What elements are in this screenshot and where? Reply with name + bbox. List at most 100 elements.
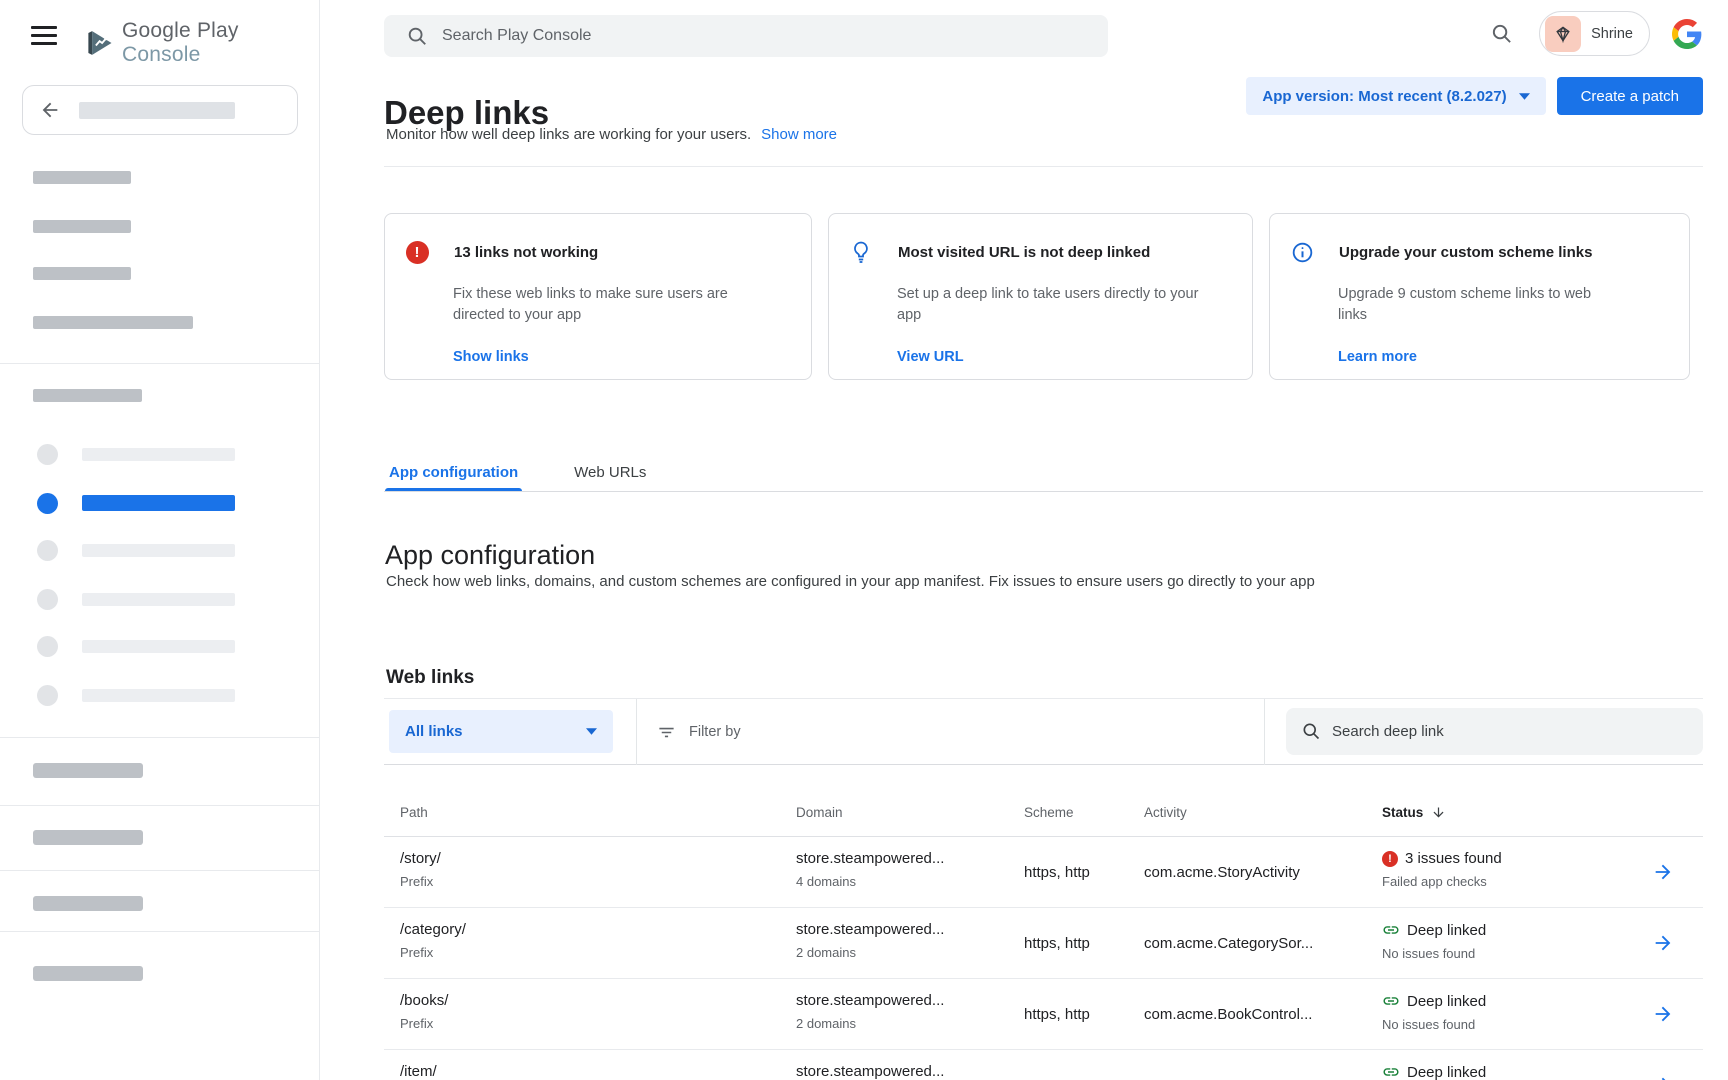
open-row-arrow-icon[interactable] (1652, 1074, 1674, 1080)
activity-value: com.acme.BookControl... (1144, 979, 1382, 1049)
create-patch-button[interactable]: Create a patch (1557, 77, 1703, 115)
deep-link-search-input[interactable] (1286, 708, 1703, 755)
app-version-dropdown[interactable]: App version: Most recent (8.2.027) (1246, 77, 1545, 115)
menu-icon[interactable] (31, 25, 57, 45)
nav-item-icon (37, 589, 58, 610)
play-console-logo[interactable]: Google Play Console (84, 19, 319, 67)
table-row[interactable]: /story/Prefix store.steampowered...4 dom… (384, 837, 1703, 908)
show-more-link[interactable]: Show more (761, 126, 837, 143)
table-row[interactable]: /books/Prefix store.steampowered...2 dom… (384, 979, 1703, 1050)
domain-count: 2 domains (796, 1016, 1024, 1031)
column-header-path[interactable]: Path (384, 805, 796, 820)
path-type: Prefix (400, 874, 796, 889)
deep-linked-icon (1382, 1063, 1400, 1080)
tab-web-urls[interactable]: Web URLs (574, 464, 646, 491)
skeleton-section-bar (33, 896, 143, 911)
sidebar-divider (0, 363, 320, 364)
skeleton-bar (33, 267, 131, 280)
main-content: Shrine Deep links Monitor how well deep … (384, 0, 1703, 1080)
nav-item-label (82, 495, 235, 511)
open-row-arrow-icon[interactable] (1652, 1003, 1674, 1025)
google-account-icon[interactable] (1672, 19, 1702, 49)
view-url-link[interactable]: View URL (897, 349, 964, 365)
path-type: Prefix (400, 945, 796, 960)
activity-value (1144, 1050, 1382, 1080)
toolbar-divider (636, 699, 637, 765)
card-title: 13 links not working (454, 244, 598, 261)
console-search-input[interactable] (384, 15, 1108, 57)
deep-link-search (1286, 708, 1703, 755)
links-scope-dropdown[interactable]: All links (389, 710, 613, 753)
filter-icon (657, 723, 676, 742)
web-links-table: Path Domain Scheme Activity Status /stor… (384, 765, 1703, 1080)
sidebar-nav-item-active[interactable] (0, 493, 320, 527)
column-header-activity[interactable]: Activity (1144, 805, 1382, 820)
card-body: Set up a deep link to take users directl… (897, 284, 1209, 326)
nav-item-icon (37, 493, 58, 514)
error-icon: ! (405, 240, 429, 264)
sidebar-divider (0, 931, 320, 932)
play-console-app: Google Play Console (0, 0, 1728, 1080)
scheme-value: https, http (1024, 908, 1144, 978)
column-header-scheme[interactable]: Scheme (1024, 805, 1144, 820)
chevron-down-icon (1519, 93, 1530, 100)
column-header-domain[interactable]: Domain (796, 805, 1024, 820)
path-value: /category/ (400, 921, 796, 938)
web-links-heading: Web links (386, 667, 474, 689)
activity-value: com.acme.StoryActivity (1144, 837, 1382, 907)
path-value: /story/ (400, 850, 796, 867)
header-actions: App version: Most recent (8.2.027) Creat… (1246, 77, 1703, 115)
skeleton-section-bar (33, 763, 143, 778)
table-row[interactable]: /category/Prefix store.steampowered...2 … (384, 908, 1703, 979)
sidebar: Google Play Console (0, 0, 320, 1080)
back-navigation[interactable] (22, 85, 298, 135)
scheme-value: https, http (1024, 837, 1144, 907)
nav-item-icon (37, 636, 58, 657)
search-icon[interactable] (1490, 22, 1513, 45)
card-links-not-working: ! 13 links not working Fix these web lin… (384, 213, 812, 380)
app-switcher-chip[interactable]: Shrine (1539, 11, 1650, 56)
open-row-arrow-icon[interactable] (1652, 932, 1674, 954)
sidebar-nav-item[interactable] (0, 444, 320, 478)
deep-linked-icon (1382, 921, 1400, 939)
error-icon: ! (1382, 851, 1398, 867)
header-divider (384, 166, 1703, 167)
status-detail: Failed app checks (1382, 874, 1622, 889)
sidebar-nav-item[interactable] (0, 540, 320, 574)
path-value: /books/ (400, 992, 796, 1009)
sidebar-divider (0, 805, 320, 806)
card-body: Fix these web links to make sure users a… (453, 284, 765, 326)
table-row[interactable]: /item/ store.steampowered... Deep linked (384, 1050, 1703, 1080)
domain-value: store.steampowered... (796, 992, 1024, 1009)
sidebar-nav-item[interactable] (0, 685, 320, 719)
sidebar-nav-item[interactable] (0, 636, 320, 670)
search-icon (406, 25, 428, 52)
skeleton-section-bar (33, 830, 143, 845)
chevron-down-icon (586, 728, 597, 735)
sidebar-nav-item[interactable] (0, 589, 320, 623)
filter-by-button[interactable]: Filter by (657, 699, 741, 765)
status-header-label: Status (1382, 805, 1423, 820)
open-row-arrow-icon[interactable] (1652, 861, 1674, 883)
status-value: Deep linked (1407, 993, 1486, 1010)
sort-descending-icon (1431, 805, 1446, 820)
column-header-status[interactable]: Status (1382, 805, 1622, 820)
learn-more-link[interactable]: Learn more (1338, 349, 1417, 365)
card-title: Upgrade your custom scheme links (1339, 244, 1592, 261)
info-icon (1290, 240, 1314, 264)
tab-app-configuration[interactable]: App configuration (389, 464, 518, 491)
status-value: Deep linked (1407, 1064, 1486, 1080)
app-version-label: App version: Most recent (8.2.027) (1262, 88, 1506, 105)
table-header-row: Path Domain Scheme Activity Status (384, 765, 1703, 837)
scope-label: All links (405, 723, 463, 740)
play-logo-icon (84, 28, 114, 58)
nav-item-label (82, 544, 235, 557)
skeleton-bar (33, 316, 193, 329)
scheme-value: https, http (1024, 979, 1144, 1049)
tab-bar: App configuration Web URLs (389, 464, 646, 491)
domain-count: 4 domains (796, 874, 1024, 889)
domain-value: store.steampowered... (796, 1063, 1024, 1080)
toolbar-divider (1264, 699, 1265, 765)
show-links-link[interactable]: Show links (453, 349, 529, 365)
section-description: Check how web links, domains, and custom… (386, 573, 1315, 590)
